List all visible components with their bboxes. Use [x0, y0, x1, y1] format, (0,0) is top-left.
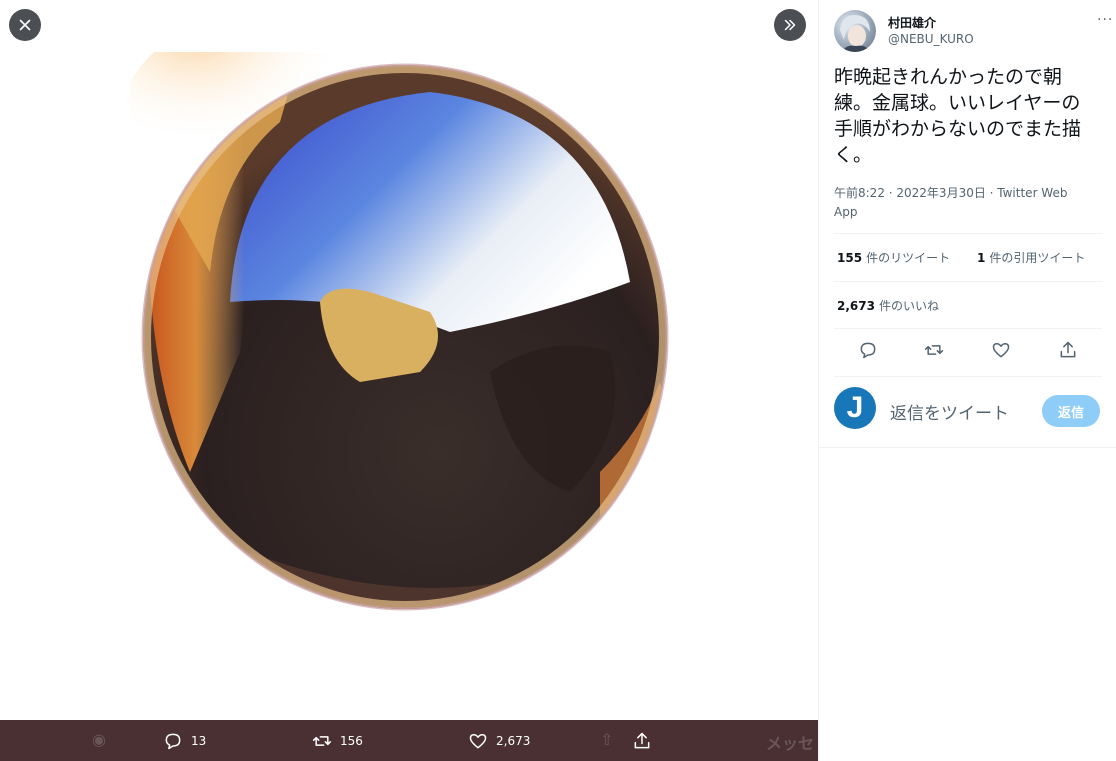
reply-icon [165, 733, 181, 749]
media-viewer: ◉ 13 156 2,673 ⇧ メッセ [0, 0, 818, 761]
tweet-actions [834, 336, 1102, 364]
reply-submit-button[interactable]: 返信 [1042, 395, 1100, 427]
likes-stat[interactable]: 2,673 件のいいね [837, 297, 939, 314]
tweet-detail-panel: 村田雄介 @NEBU_KURO ··· 昨晩起きれんかったので朝練。金属球。いい… [818, 0, 1116, 761]
retweet-button[interactable] [924, 340, 944, 360]
ghost-avatar-icon: ◉ [92, 730, 106, 749]
tweet-author: 村田雄介 @NEBU_KURO ··· [834, 10, 1112, 54]
reply-input[interactable]: 返信をツイート [890, 399, 1009, 424]
divider [834, 376, 1102, 377]
quotes-label: 件の引用ツイート [989, 251, 1086, 265]
toggle-sidebar-button[interactable] [774, 9, 806, 41]
tweet-media-image [130, 52, 669, 611]
tweet-text: 昨晩起きれんかったので朝練。金属球。いいレイヤーの手順がわからないのでまた描く。 [834, 66, 1082, 166]
divider [834, 328, 1102, 329]
tweet-timestamp[interactable]: 午前8:22 · 2022年3月30日 · Twitter Web App [834, 184, 1094, 222]
reply-composer: J 返信をツイート 返信 [834, 385, 1102, 435]
media-action-bar: ◉ 13 156 2,673 ⇧ メッセ [0, 720, 818, 761]
heart-icon [469, 733, 487, 748]
more-options-button[interactable]: ··· [1097, 12, 1113, 28]
retweets-count: 155 [837, 250, 863, 265]
retweets-stat[interactable]: 155 件のリツイート [837, 249, 950, 266]
quotes-count: 1 [977, 250, 986, 265]
heart-icon [992, 343, 1010, 358]
author-handle[interactable]: @NEBU_KURO [888, 32, 974, 46]
retweets-label: 件のリツイート [866, 251, 951, 265]
close-icon [19, 19, 31, 31]
like-button[interactable] [991, 340, 1011, 360]
bar-share-button[interactable] [632, 720, 652, 761]
bar-like-button[interactable]: 2,673 [468, 720, 530, 761]
quotes-stat[interactable]: 1 件の引用ツイート [977, 249, 1085, 266]
share-icon [634, 732, 650, 748]
share-icon [1060, 341, 1076, 358]
likes-label: 件のいいね [878, 299, 939, 313]
bar-reply-button[interactable]: 13 [163, 720, 206, 761]
author-display-name[interactable]: 村田雄介 [888, 14, 936, 31]
bar-reply-count: 13 [191, 733, 207, 748]
retweet-icon [924, 345, 944, 355]
divider [834, 281, 1102, 282]
share-button[interactable] [1058, 340, 1078, 360]
bar-retweet-button[interactable]: 156 [312, 720, 363, 761]
likes-count: 2,673 [837, 298, 875, 313]
author-avatar[interactable] [834, 10, 876, 52]
divider [834, 233, 1102, 234]
close-button[interactable] [9, 9, 41, 41]
ghost-share-icon: ⇧ [600, 730, 614, 749]
user-avatar[interactable]: J [834, 387, 876, 429]
bar-retweet-count: 156 [340, 733, 363, 748]
bar-like-count: 2,673 [496, 733, 531, 748]
reply-button[interactable] [858, 340, 878, 360]
divider [819, 447, 1116, 448]
retweet-icon [312, 735, 332, 746]
reply-icon [860, 342, 876, 359]
avatar-portrait-icon [840, 14, 870, 52]
double-chevron-right-icon [784, 19, 796, 31]
ghost-messages-text: メッセ [766, 734, 815, 753]
